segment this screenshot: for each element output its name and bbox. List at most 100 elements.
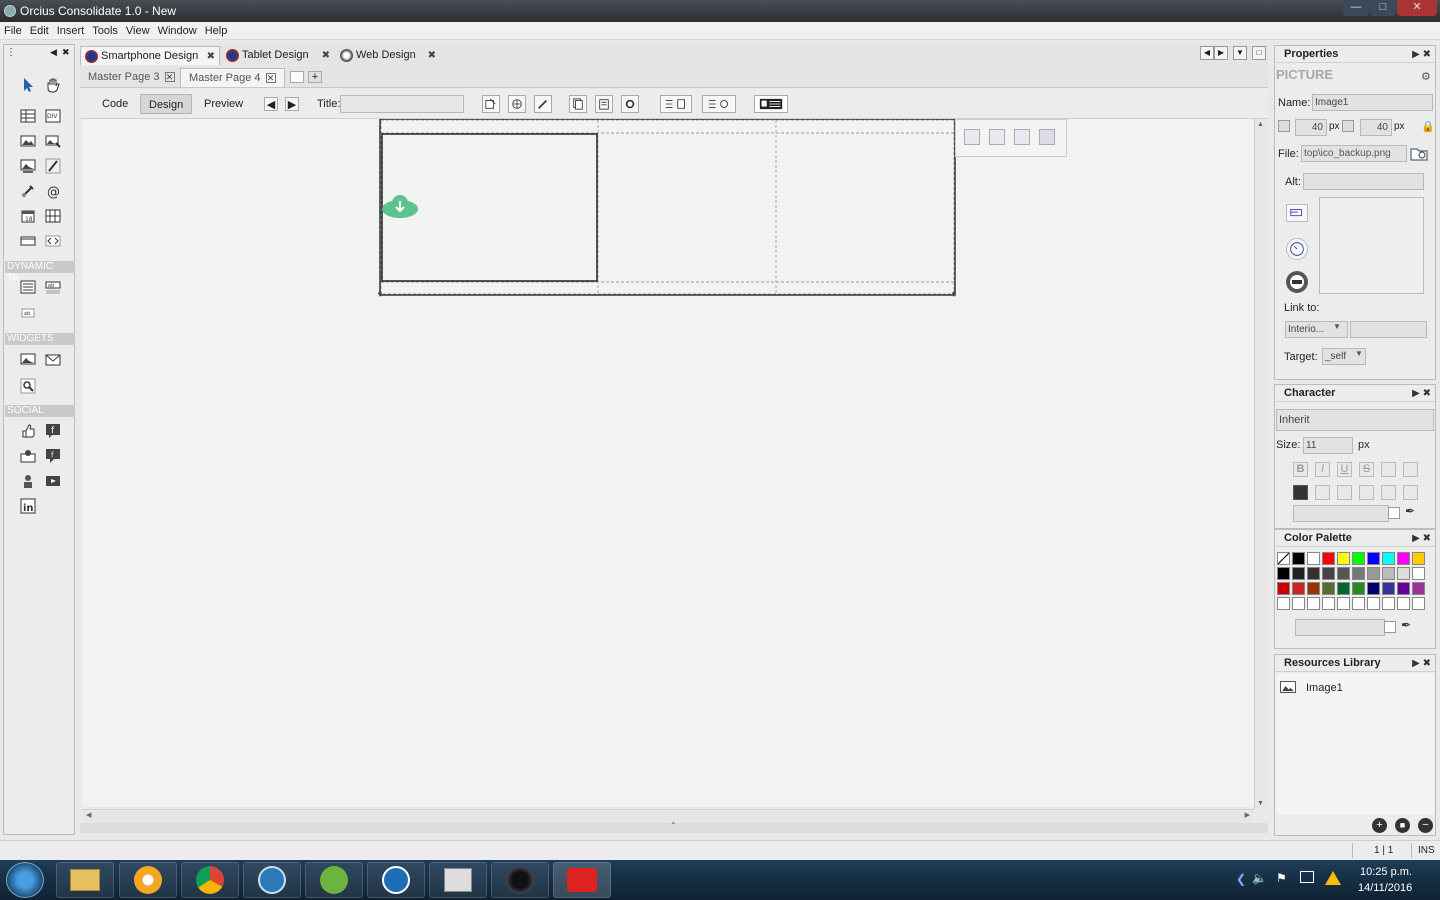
scroll-down-icon[interactable]: ▼ [1257,800,1264,807]
color-swatch[interactable] [1307,567,1320,580]
height-field[interactable]: 40 [1360,119,1392,136]
page-properties-icon[interactable] [482,95,500,113]
color-swatch[interactable] [1292,582,1305,595]
div-icon[interactable]: DIV [42,106,64,126]
color-swatch[interactable] [1322,597,1335,610]
tab-master-page-4[interactable]: Master Page 4 ✕ [180,68,285,87]
user-card-icon[interactable] [754,95,788,113]
menu-help[interactable]: Help [201,22,232,40]
align-center-text-icon[interactable] [1315,485,1330,500]
color-swatch[interactable] [1352,582,1365,595]
image-rollover-icon[interactable] [42,131,64,151]
collapse-icon[interactable]: ◀ [50,47,57,58]
paste-icon[interactable] [595,95,613,113]
gallery-widget-icon[interactable] [17,349,39,369]
gear-icon[interactable]: ⚙ [1421,70,1431,83]
settings-icon[interactable] [621,95,639,113]
preview-view-button[interactable]: Preview [196,94,251,114]
title-input[interactable] [340,95,464,113]
color-swatch[interactable] [1322,582,1335,595]
color-swatch[interactable] [1292,552,1305,565]
align-fill-icon[interactable] [1039,129,1055,145]
color-swatch[interactable] [1307,552,1320,565]
dynamic-text-icon[interactable]: ab [42,277,64,297]
hex-color-field[interactable] [1295,619,1385,636]
design-canvas[interactable] [82,119,1254,807]
explorer-task[interactable] [56,862,114,898]
facebook-icon[interactable]: f [42,421,64,441]
alt-field[interactable] [1303,173,1424,190]
volume-icon[interactable]: 🔈 [1252,871,1267,885]
add-page-icon[interactable]: + [308,71,322,83]
panel-menu-icon[interactable]: ▶ ✖ [1412,655,1431,672]
drive-icon[interactable] [1325,871,1341,885]
tab-master-page-3[interactable]: Master Page 3 ✕ [80,68,183,87]
menu-insert[interactable]: Insert [53,22,89,40]
link-icon[interactable] [17,181,39,201]
panel-menu-icon[interactable]: ▶ ✖ [1412,46,1431,63]
menu-view[interactable]: View [122,22,154,40]
like-button-icon[interactable] [17,421,39,441]
photos-task[interactable] [429,862,487,898]
lock-icon[interactable]: 🔒 [1421,120,1435,133]
chevron-down-icon[interactable]: ▼ [1333,322,1341,331]
color-swatch[interactable] [1367,552,1380,565]
color-swatch[interactable] [1322,552,1335,565]
close-tab-icon[interactable]: ✖ [322,46,330,65]
code-view-button[interactable]: Code [94,94,136,114]
globe-icon[interactable] [508,95,526,113]
color-swatch[interactable] [1382,552,1395,565]
next-icon[interactable]: ▶ [285,97,299,111]
color-swatch-preview[interactable] [1384,621,1396,633]
align-center-icon[interactable] [989,129,1005,145]
minimize-button[interactable]: — [1343,0,1369,16]
color-swatch[interactable] [1292,567,1305,580]
pointer-tool-icon[interactable] [17,75,39,95]
comment-icon[interactable]: f [42,446,64,466]
ordered-list-icon[interactable] [1381,462,1396,477]
restore-icon[interactable]: □ [1252,46,1266,60]
clock-time[interactable]: 10:25 p.m. [1360,866,1412,878]
name-field[interactable]: Image1 [1312,94,1433,111]
close-icon[interactable]: ✖ [62,47,70,58]
edit-icon[interactable] [534,95,552,113]
calendar-icon[interactable]: 18 [17,206,39,226]
network-task[interactable] [243,862,301,898]
image-icon[interactable] [17,131,39,151]
close-tab-icon[interactable]: ✕ [265,73,276,83]
email-icon[interactable]: @ [42,181,64,201]
align-left-icon[interactable] [964,129,980,145]
add-resource-icon[interactable]: + [1372,818,1387,833]
color-swatch[interactable] [1397,597,1410,610]
color-swatch[interactable] [1337,597,1350,610]
remove-resource-icon[interactable]: − [1418,818,1433,833]
strikethrough-icon[interactable]: S [1359,462,1374,477]
scroll-left-icon[interactable]: ◀ [86,811,91,819]
color-swatch[interactable] [1352,567,1365,580]
panel-menu-icon[interactable]: ▶ ✖ [1412,530,1431,547]
bold-icon[interactable]: B [1293,462,1308,477]
color-swatch[interactable] [1367,582,1380,595]
browse-folder-icon[interactable] [1410,145,1428,162]
speedometer-task[interactable] [367,862,425,898]
color-swatch[interactable] [1412,567,1425,580]
tab-scroll-left-icon[interactable]: ◀ [1200,46,1214,60]
color-swatch[interactable] [1412,552,1425,565]
video-icon[interactable] [42,471,64,491]
consolidate-task[interactable] [553,862,611,898]
align-left-text-icon[interactable] [1293,485,1308,500]
share-icon[interactable] [17,446,39,466]
text-color-field[interactable] [1293,505,1389,522]
maximize-button[interactable]: □ [1370,0,1396,16]
start-button[interactable] [6,862,44,898]
chevron-down-icon[interactable]: ▼ [1355,349,1363,358]
expand-panel-icon[interactable]: ⌃ [670,821,677,830]
scroll-up-icon[interactable]: ▲ [1257,121,1264,128]
indent-icon[interactable] [1381,485,1396,500]
unordered-list-icon[interactable] [1403,462,1418,477]
no-color-swatch[interactable] [1277,552,1290,565]
browser-task[interactable] [119,862,177,898]
textbox-icon[interactable] [17,231,39,251]
color-swatch[interactable] [1337,552,1350,565]
color-swatch[interactable] [1277,597,1290,610]
